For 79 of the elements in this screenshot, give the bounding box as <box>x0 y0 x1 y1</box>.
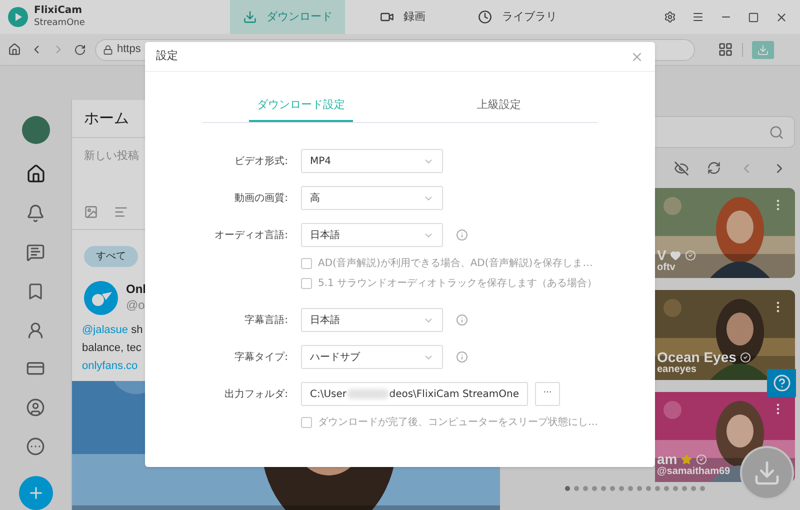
creator-handle: @samaitham69 <box>657 465 730 479</box>
download-icon <box>242 10 256 24</box>
creator-card[interactable]: Ocean Eyes eaneyes <box>655 290 795 380</box>
clock-icon <box>478 10 492 24</box>
bell-icon[interactable] <box>26 204 45 223</box>
nav-tab[interactable]: 録画 <box>345 0 460 34</box>
message-icon[interactable] <box>26 242 45 262</box>
folder-path-field[interactable]: C:\User deos\FlixiCam StreamOne <box>301 382 528 406</box>
search-icon <box>769 124 784 140</box>
field-label: 出力フォルダ: <box>224 388 288 402</box>
download-icon <box>757 44 769 56</box>
help-button[interactable] <box>767 369 796 397</box>
person-icon[interactable] <box>26 320 45 340</box>
refresh-icon[interactable] <box>707 161 721 175</box>
star-icon <box>681 454 692 464</box>
help-icon <box>772 374 790 392</box>
creator-name: Ocean Eyes <box>657 350 736 364</box>
app-subtitle: StreamOne <box>34 17 85 30</box>
close-icon[interactable] <box>775 10 788 24</box>
info-icon[interactable] <box>456 229 468 241</box>
home-icon[interactable] <box>8 43 21 56</box>
lock-icon <box>103 44 113 54</box>
verified-icon <box>740 352 752 362</box>
dialog-title: 設定 <box>156 48 178 64</box>
select-dropdown[interactable]: 高 <box>301 186 443 210</box>
select-dropdown[interactable]: 日本語 <box>301 308 443 332</box>
grid-icon[interactable] <box>718 42 733 57</box>
select-dropdown[interactable]: 日本語 <box>301 223 443 247</box>
field-label: 字幕言語: <box>244 314 288 328</box>
field-label: ビデオ形式: <box>234 154 288 168</box>
verified-icon <box>685 250 696 260</box>
post-handle: @o <box>126 297 146 313</box>
menu-icon[interactable] <box>692 11 704 23</box>
creator-name: V <box>657 248 666 262</box>
creator-handle: oftv <box>657 261 676 275</box>
app-logo-icon <box>8 7 28 27</box>
checkbox-label: ダウンロードが完了後、コンピューターをスリープ状態にし… <box>318 416 598 430</box>
bookmark-icon[interactable] <box>26 282 45 300</box>
field-label: 字幕タイプ: <box>234 350 288 364</box>
video-camera-icon <box>380 10 394 24</box>
more-icon[interactable] <box>26 437 45 456</box>
reload-icon[interactable] <box>74 44 86 56</box>
carousel-dots-icon <box>565 486 705 491</box>
settings-icon[interactable] <box>664 11 676 23</box>
post-author: Onl <box>126 281 146 297</box>
field-label: 動画の画質: <box>234 192 288 206</box>
home-icon[interactable] <box>26 164 46 184</box>
creator-name: am <box>657 452 678 466</box>
settings-tab[interactable]: 上級設定 <box>400 97 598 122</box>
post-text: @jalasue sh balance, tec onlyfans.co <box>81 323 144 374</box>
page-heading: ホーム <box>84 108 129 130</box>
download-fab[interactable] <box>740 446 794 500</box>
verified-icon <box>696 454 708 464</box>
brand-avatar-icon <box>84 281 118 315</box>
download-icon <box>753 459 781 487</box>
heart-icon <box>670 250 682 260</box>
checkbox[interactable] <box>301 278 312 289</box>
path-start: C:\User <box>310 388 347 402</box>
select-dropdown[interactable]: ハードサブ <box>301 345 443 369</box>
filter-chip[interactable]: すべて <box>84 246 138 267</box>
checkbox[interactable] <box>301 258 312 269</box>
creator-handle: eaneyes <box>657 363 696 377</box>
info-icon[interactable] <box>456 314 468 326</box>
select-dropdown[interactable]: MP4 <box>301 149 443 173</box>
browse-button[interactable]: ··· <box>535 382 560 406</box>
hidden-eye-icon[interactable] <box>674 160 689 176</box>
maximize-icon[interactable] <box>748 12 759 22</box>
image-icon[interactable] <box>84 205 98 219</box>
profile-icon[interactable] <box>26 398 45 418</box>
checkbox-label: AD(音声解説)が利用できる場合、AD(音声解説)を保存しま… <box>318 256 593 271</box>
checkbox-label: 5.1 サラウンドオーディオトラックを保存します（ある場合） <box>318 277 598 291</box>
redacted-blur <box>346 389 390 399</box>
field-label: オーディオ言語: <box>214 228 288 242</box>
avatar[interactable] <box>22 116 50 144</box>
info-icon[interactable] <box>456 351 468 363</box>
checkbox[interactable] <box>301 417 312 428</box>
nav-tab[interactable]: ライブラリ <box>460 0 575 34</box>
path-end: deos\FlixiCam StreamOne <box>389 388 519 402</box>
app-name: FlixiCam <box>34 4 84 17</box>
